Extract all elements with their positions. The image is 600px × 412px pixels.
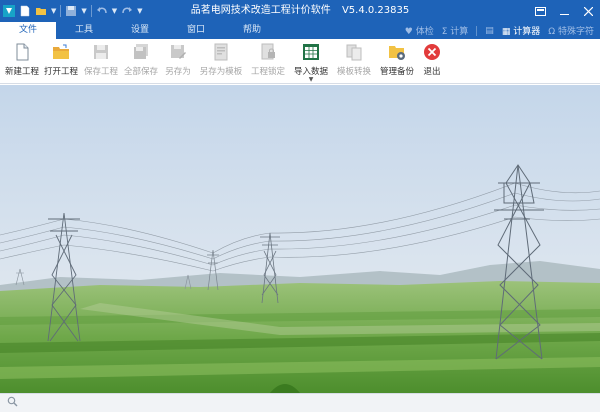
chevron-down-icon[interactable]: ▼: [137, 7, 142, 15]
template-convert-button[interactable]: 模板转换: [333, 39, 375, 84]
new-file-icon[interactable]: [19, 5, 31, 17]
save-icon[interactable]: [65, 5, 77, 17]
save-project-button[interactable]: 保存工程: [81, 39, 121, 84]
save-as-button[interactable]: 另存为: [161, 39, 195, 84]
chevron-down-icon[interactable]: ▼: [309, 77, 314, 83]
tab-settings[interactable]: 设置: [112, 22, 168, 39]
minimize-icon: [559, 13, 569, 15]
ribbon-toolbar: 新建工程 打开工程 保存工程 全部保存 另存为 另存为模板 工程锁定 导入数据 …: [0, 39, 600, 84]
save-as-template-icon: [212, 43, 230, 61]
special-chars-label: 特殊字符: [557, 27, 594, 37]
exit-label: 退出: [423, 67, 441, 77]
manage-backup-button[interactable]: 管理备份: [375, 39, 419, 84]
tab-window[interactable]: 窗口: [168, 22, 224, 39]
tab-file[interactable]: 文件: [0, 22, 56, 39]
background-landscape-image: [0, 85, 600, 393]
save-all-label: 全部保存: [123, 67, 158, 77]
sigma-icon: Σ: [441, 27, 448, 37]
chevron-down-icon[interactable]: ▼: [112, 7, 117, 15]
template-convert-label: 模板转换: [336, 67, 371, 77]
ribbon-tabs: 文件 工具 设置 窗口 帮助 ♥ 体检 Σ 计算 ▤ ▦ 计算器 Ω 特殊字符: [0, 22, 600, 39]
close-button[interactable]: [576, 0, 600, 22]
new-project-icon: [13, 43, 31, 61]
open-project-label: 打开工程: [43, 67, 78, 77]
import-data-button[interactable]: 导入数据 ▼: [289, 39, 333, 84]
app-logo-icon[interactable]: [3, 5, 15, 17]
search-icon[interactable]: [7, 396, 18, 410]
save-as-label: 另存为: [165, 67, 191, 77]
exit-icon: [423, 43, 441, 61]
calculator-button[interactable]: ▦ 计算器: [502, 24, 540, 37]
new-project-button[interactable]: 新建工程: [3, 39, 41, 84]
check-icon: ♥: [404, 27, 413, 37]
open-folder-icon[interactable]: [35, 5, 47, 17]
app-version: V5.4.0.23835: [341, 5, 410, 16]
open-project-button[interactable]: 打开工程: [41, 39, 81, 84]
save-project-icon: [92, 43, 110, 61]
calculator-label: 计算器: [513, 27, 541, 37]
save-project-label: 保存工程: [83, 67, 118, 77]
minimize-button[interactable]: [552, 0, 576, 22]
chevron-down-icon[interactable]: ▼: [51, 7, 56, 15]
close-icon: [583, 6, 593, 16]
exit-button[interactable]: 退出: [419, 39, 445, 84]
manage-backup-label: 管理备份: [379, 67, 414, 77]
title-bar: ▼ ▼ ▼ ▼ 品茗电网技术改造工程计价软件 V5.4.0.23835: [0, 0, 600, 22]
manage-backup-icon: [388, 43, 406, 61]
lock-project-label: 工程锁定: [250, 67, 285, 77]
divider: [60, 5, 62, 17]
calculator-icon: ▦: [501, 27, 511, 37]
undo-icon[interactable]: [96, 5, 108, 17]
new-project-label: 新建工程: [4, 67, 39, 77]
view-toggle-icon[interactable]: ▤: [485, 26, 494, 36]
save-all-icon: [132, 43, 150, 61]
sum-label: 计算: [450, 27, 469, 37]
check-label: 体检: [415, 27, 434, 37]
redo-icon[interactable]: [121, 5, 133, 17]
quick-access-toolbar: ▼ ▼ ▼ ▼: [0, 0, 143, 22]
tab-tools[interactable]: 工具: [56, 22, 112, 39]
app-name: 品茗电网技术改造工程计价软件: [190, 5, 331, 16]
special-chars-button[interactable]: Ω 特殊字符: [548, 24, 594, 37]
omega-icon: Ω: [548, 27, 556, 37]
divider: [476, 25, 478, 36]
sum-button[interactable]: Σ 计算: [442, 24, 469, 37]
restore-ribbon-button[interactable]: [528, 0, 552, 22]
template-convert-icon: [345, 43, 363, 61]
save-as-template-button[interactable]: 另存为模板: [195, 39, 247, 84]
check-button[interactable]: ♥ 体检: [405, 24, 434, 37]
status-bar: [0, 393, 600, 412]
tab-tools-area: ♥ 体检 Σ 计算 ▤ ▦ 计算器 Ω 特殊字符: [405, 22, 594, 39]
window-controls: [528, 0, 600, 22]
chevron-down-icon[interactable]: ▼: [81, 7, 86, 15]
save-as-icon: [169, 43, 187, 61]
save-all-button[interactable]: 全部保存: [121, 39, 161, 84]
tab-help[interactable]: 帮助: [224, 22, 280, 39]
import-data-icon: [302, 43, 320, 61]
lock-project-icon: [259, 43, 277, 61]
divider: [90, 5, 92, 17]
lock-project-button[interactable]: 工程锁定: [247, 39, 289, 84]
save-as-template-label: 另存为模板: [199, 67, 243, 77]
ribbon-display-icon: [534, 6, 546, 16]
open-project-icon: [52, 43, 70, 61]
